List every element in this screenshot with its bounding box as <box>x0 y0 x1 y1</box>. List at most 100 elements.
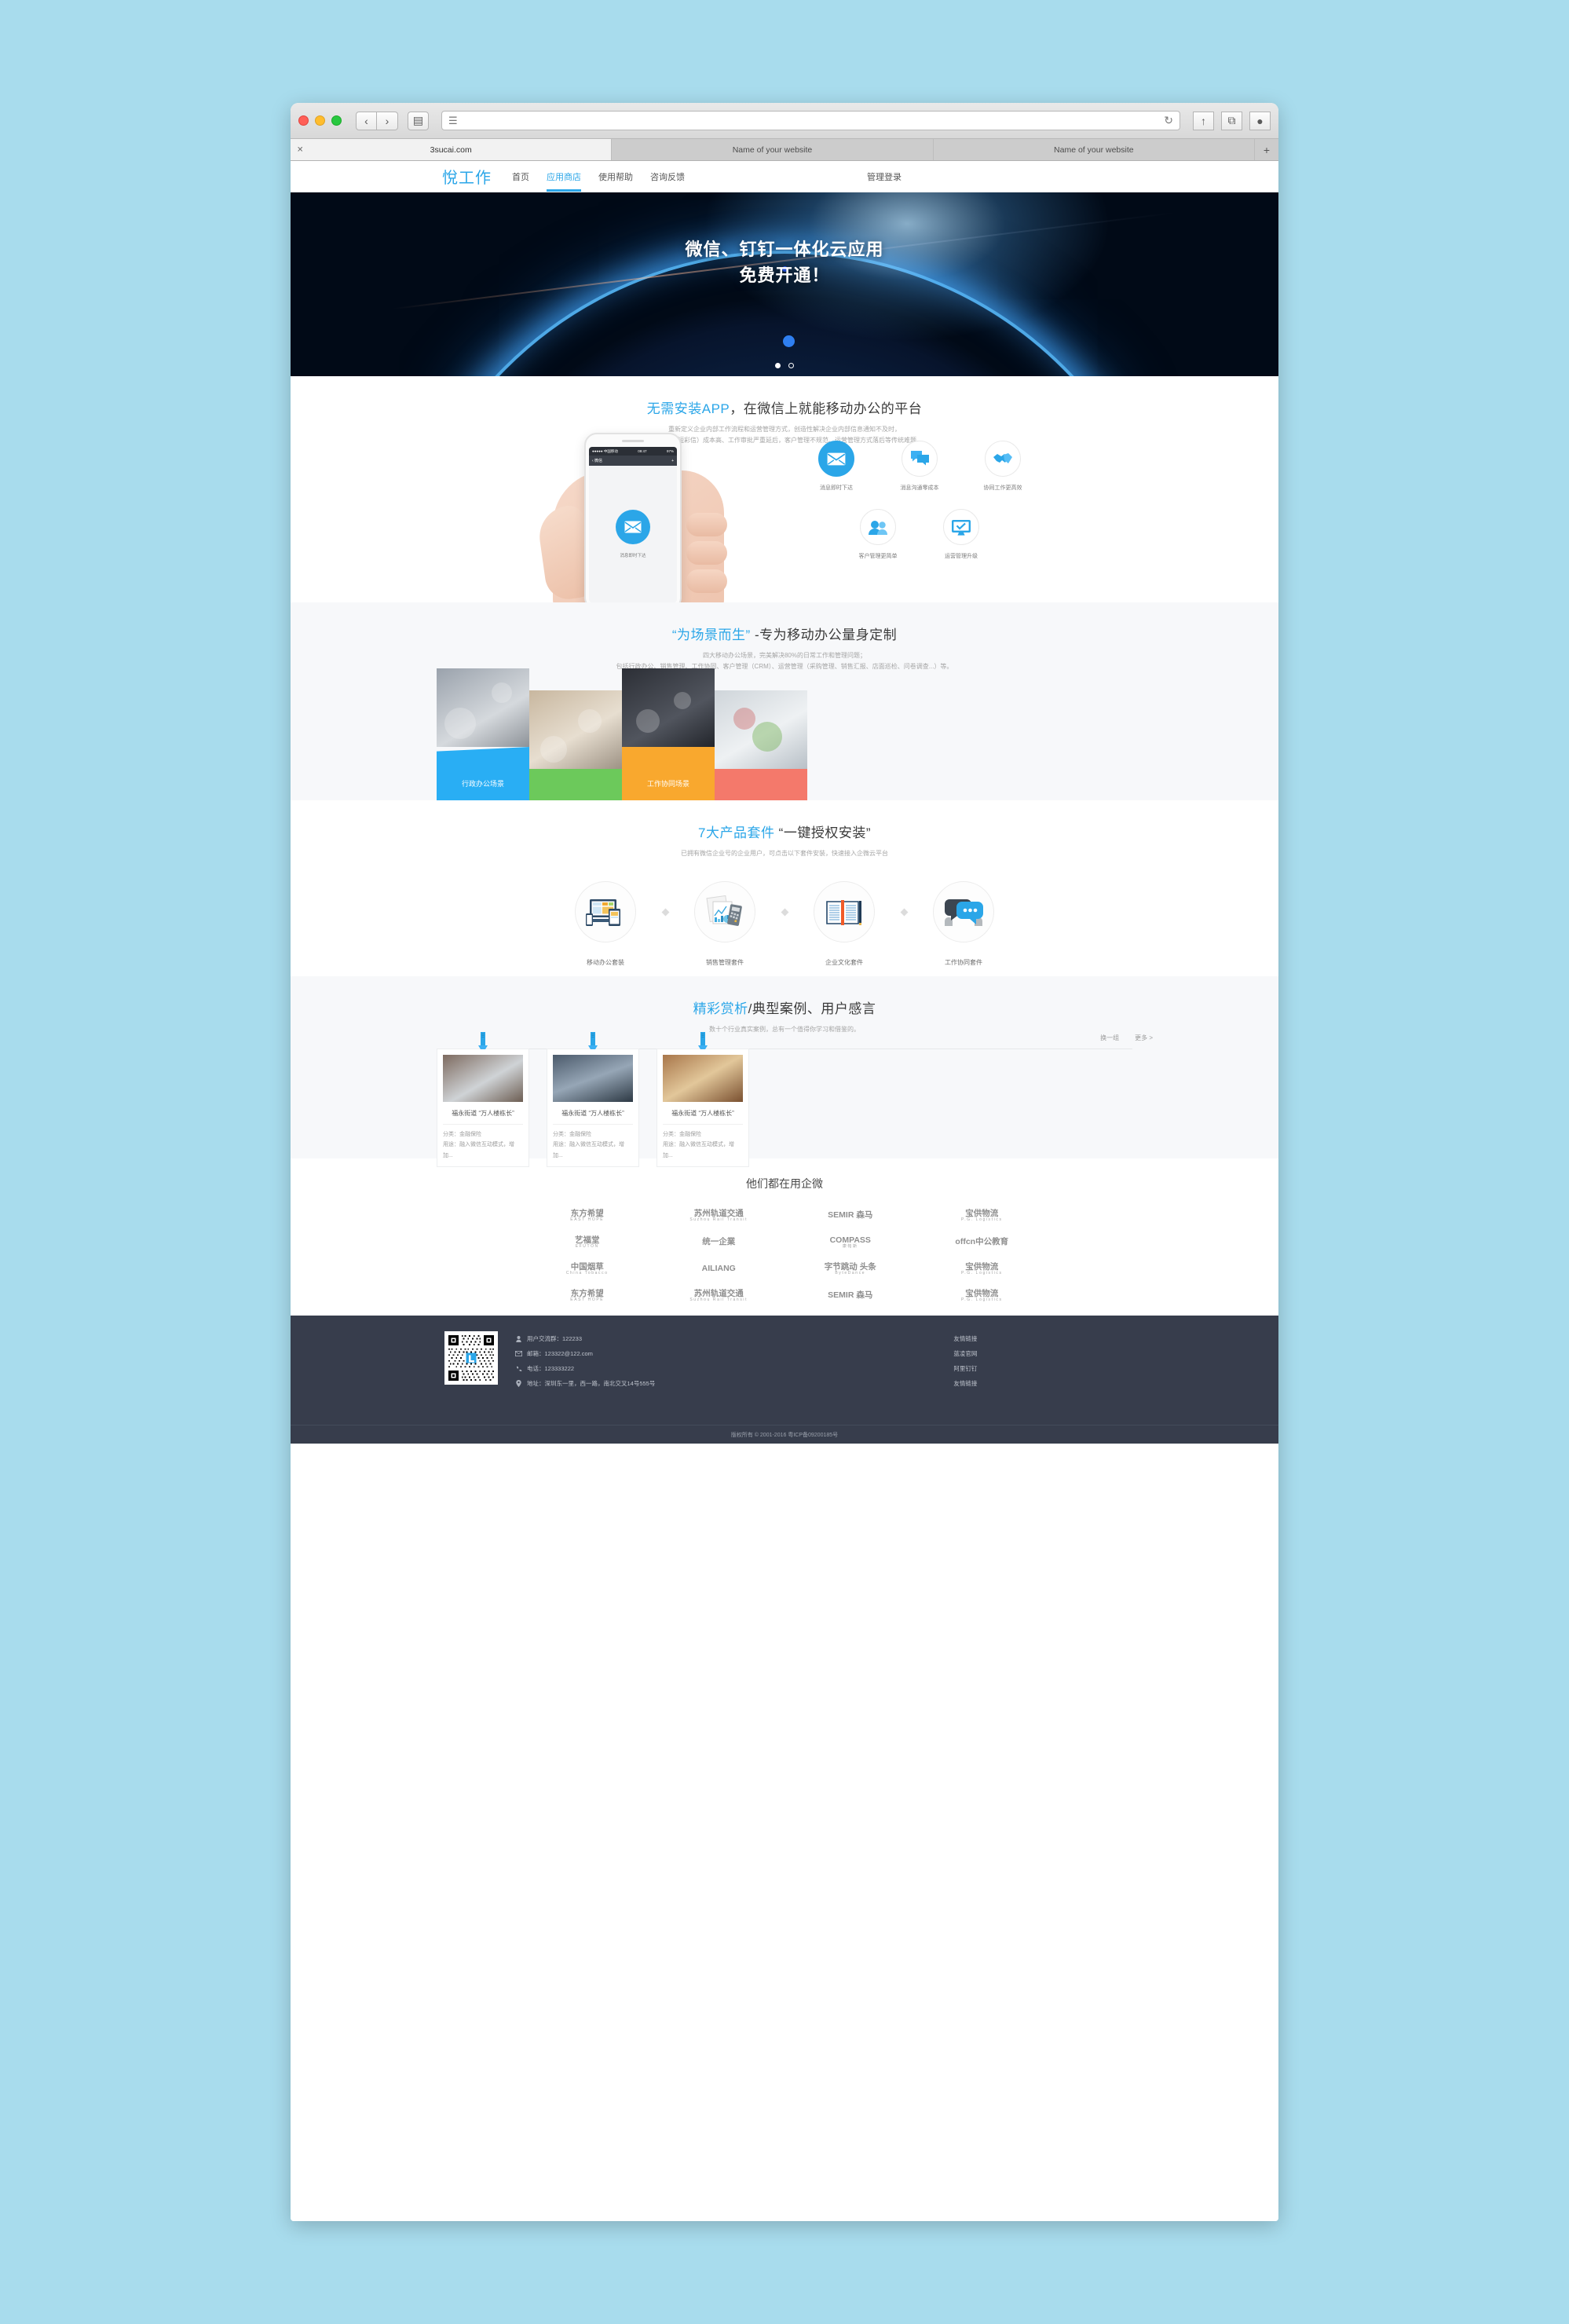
client-logo: 苏州轨道交通 Suzhou Rail Transit <box>653 1207 785 1224</box>
plus-icon: + <box>1263 143 1271 156</box>
maximize-window-button[interactable] <box>331 115 342 126</box>
phone-mockup: ●●●●● 中国移动 09:47 97% ‹ 微信 + 消息即时下达 <box>584 433 682 602</box>
close-icon[interactable]: ✕ <box>297 145 303 154</box>
refresh-group-link[interactable]: 换一组 <box>1100 1034 1119 1042</box>
carousel-dot-active[interactable] <box>775 363 781 368</box>
section-title: “为场景而生” -专为移动办公量身定制 <box>328 602 1241 643</box>
footer-link[interactable]: 友情链接 <box>953 1376 977 1391</box>
logo-sub: P.G. Logistics <box>960 1217 1003 1222</box>
minimize-window-button[interactable] <box>315 115 325 126</box>
appbar-plus-label[interactable]: + <box>671 459 674 463</box>
reload-icon[interactable]: ↻ <box>1164 114 1173 127</box>
phone-in-hand-illustration: ●●●●● 中国移动 09:47 97% ‹ 微信 + 消息即时下达 <box>518 433 754 602</box>
decorative-bubble <box>783 335 795 347</box>
status-time: 09:47 <box>638 449 647 453</box>
feature-label: 消息沟通零成本 <box>900 485 939 491</box>
reader-view-icon[interactable]: ☰ <box>448 115 458 126</box>
logo-sub: China Tobacco <box>565 1270 609 1275</box>
subtitle-line-1: 已拥有微信企业号的企业用户，可点击以下套件安装，快速接入企微云平台 <box>681 850 888 857</box>
section-title-rest: /典型案例、用户感言 <box>748 1001 876 1016</box>
sidebar-icon: ▤ <box>412 114 424 126</box>
scenario-card-sales-management[interactable]: 销售管理场景 <box>529 690 622 800</box>
suite-label: 工作协同套件 <box>945 959 982 967</box>
share-button[interactable]: ↑ <box>1193 111 1214 130</box>
footer-contact-group: 用户交流群：122233 <box>515 1331 655 1346</box>
scenario-card-work-collaboration[interactable]: 工作协同场景 <box>622 668 715 800</box>
suite-item-mobile-office[interactable]: 移动办公套装 <box>559 881 652 967</box>
finger-shape <box>686 513 727 536</box>
feature-item-operations-upgrade[interactable]: 运营管理升级 <box>934 509 989 560</box>
site-logo[interactable]: 悅工作 <box>442 165 492 188</box>
suite-items: 移动办公套装 销售管理套件 企业文化套件 工作协同套件 <box>328 881 1241 967</box>
scenario-label: 销售管理场景 <box>554 800 597 801</box>
chat-bubbles-icon <box>902 441 938 477</box>
feature-item-efficient-collaboration[interactable]: 协同工作更高效 <box>975 441 1030 492</box>
section-title: 精彩赏析/典型案例、用户感言 <box>328 976 1241 1017</box>
sidebar-toggle-button[interactable]: ▤ <box>408 111 429 130</box>
browser-tab[interactable]: ✕ 3sucai.com <box>291 139 613 160</box>
section-title-rest: -专为移动办公量身定制 <box>750 628 898 642</box>
client-logo: COMPASS 康帕斯 <box>784 1234 916 1251</box>
suite-item-work-collaboration[interactable]: 工作协同套件 <box>917 881 1010 967</box>
back-icon: ‹ <box>364 114 368 127</box>
forward-button[interactable]: › <box>377 111 398 130</box>
nav-item-home[interactable]: 首页 <box>512 162 529 192</box>
group-icon <box>515 1335 522 1342</box>
client-logo: 宝供物流 P.G. Logistics <box>916 1261 1048 1278</box>
feature-item-simple-crm[interactable]: 客户管理更简单 <box>850 509 905 560</box>
feature-item-instant-message[interactable]: 消息即时下达 <box>809 441 864 492</box>
browser-window: ‹ › ▤ ☰ ↻ ↑ ⧉ ● ✕ 3sucai.com Name of you… <box>291 103 1278 2221</box>
suite-label: 销售管理套件 <box>706 959 744 967</box>
nav-item-feedback[interactable]: 咨询反馈 <box>650 162 685 192</box>
logo-sub: Suzhou Rail Transit <box>689 1217 748 1222</box>
suite-item-sales-management[interactable]: 销售管理套件 <box>678 881 771 967</box>
case-card[interactable]: 福永街道 “万人楼栋长” 分类：金融保险 用途：融入微信互动模式，增加... <box>547 1032 639 1167</box>
show-tabs-button[interactable]: ⧉ <box>1221 111 1242 130</box>
browser-tab[interactable]: Name of your website <box>933 139 1255 160</box>
hero-line-2: 免费开通！ <box>739 265 830 285</box>
appbar-back-label[interactable]: ‹ 微信 <box>592 458 602 463</box>
browser-tab[interactable]: Name of your website <box>612 139 934 160</box>
nav-item-help[interactable]: 使用帮助 <box>598 162 633 192</box>
case-card[interactable]: 福永街道 “万人楼栋长” 分类：金融保险 用途：融入微信互动模式，增加... <box>656 1032 749 1167</box>
nav-item-app-store[interactable]: 应用商店 <box>547 162 581 192</box>
close-window-button[interactable] <box>298 115 309 126</box>
case-category: 分类：金融保险 <box>443 1132 481 1137</box>
window-controls <box>298 115 342 126</box>
new-tab-button[interactable]: + <box>1254 139 1278 160</box>
tab-label: Name of your website <box>732 145 813 155</box>
compass-button[interactable]: ● <box>1249 111 1271 130</box>
suite-item-corporate-culture[interactable]: 企业文化套件 <box>798 881 891 967</box>
browser-toolbar: ‹ › ▤ ☰ ↻ ↑ ⧉ ● <box>291 103 1278 139</box>
logo-sub: ByteDance <box>835 1270 866 1275</box>
section-title: 无需安装APP，在微信上就能移动办公的平台 <box>328 376 1241 417</box>
case-category: 分类：金融保险 <box>663 1132 701 1137</box>
footer-link[interactable]: 蓝凌官网 <box>953 1346 977 1361</box>
more-cases-link[interactable]: 更多 > <box>1135 1034 1153 1042</box>
envelope-icon <box>818 441 854 477</box>
client-logo: 艺福堂 EFUTON <box>521 1234 653 1251</box>
carousel-dot[interactable] <box>788 363 794 368</box>
section-title-rest: “一键授权安装” <box>774 825 871 840</box>
case-usage: 用途：融入微信互动模式，增加... <box>553 1142 624 1158</box>
client-logo: 宝供物流 P.G. Logistics <box>916 1287 1048 1305</box>
section-title-highlight: 7大产品套件 <box>697 825 775 840</box>
footer-link[interactable]: 友情链接 <box>953 1331 977 1346</box>
suite-label: 企业文化套件 <box>825 959 863 967</box>
address-bar[interactable]: ☰ ↻ <box>441 111 1180 130</box>
case-thumbnail <box>443 1055 523 1102</box>
scenario-card-operations-management[interactable]: 运营管理场景 <box>715 690 807 800</box>
case-card[interactable]: 福永街道 “万人楼栋长” 分类：金融保险 用途：融入微信互动模式，增加... <box>437 1032 529 1167</box>
copyright-text: 版权所有 © 2001-2016 粤ICP备09200185号 <box>291 1425 1278 1444</box>
pin-icon <box>588 1032 598 1052</box>
footer-contact-text: 用户交流群：122233 <box>527 1335 583 1342</box>
back-button[interactable]: ‹ <box>356 111 377 130</box>
logo-sub: EAST HOPE <box>570 1217 605 1222</box>
diamond-separator-icon <box>652 881 678 942</box>
footer-link[interactable]: 阿里钉钉 <box>953 1361 977 1376</box>
footer-contact-address: 地址：深圳东一里，西一路，南北交叉14号555号 <box>515 1376 655 1391</box>
feature-item-zero-cost-communication[interactable]: 消息沟通零成本 <box>892 441 947 492</box>
scenario-card-admin-office[interactable]: 行政办公场景 <box>437 668 529 800</box>
admin-login-link[interactable]: 管理登录 <box>867 170 902 183</box>
scenario-panel: 运营管理场景 <box>715 769 807 800</box>
